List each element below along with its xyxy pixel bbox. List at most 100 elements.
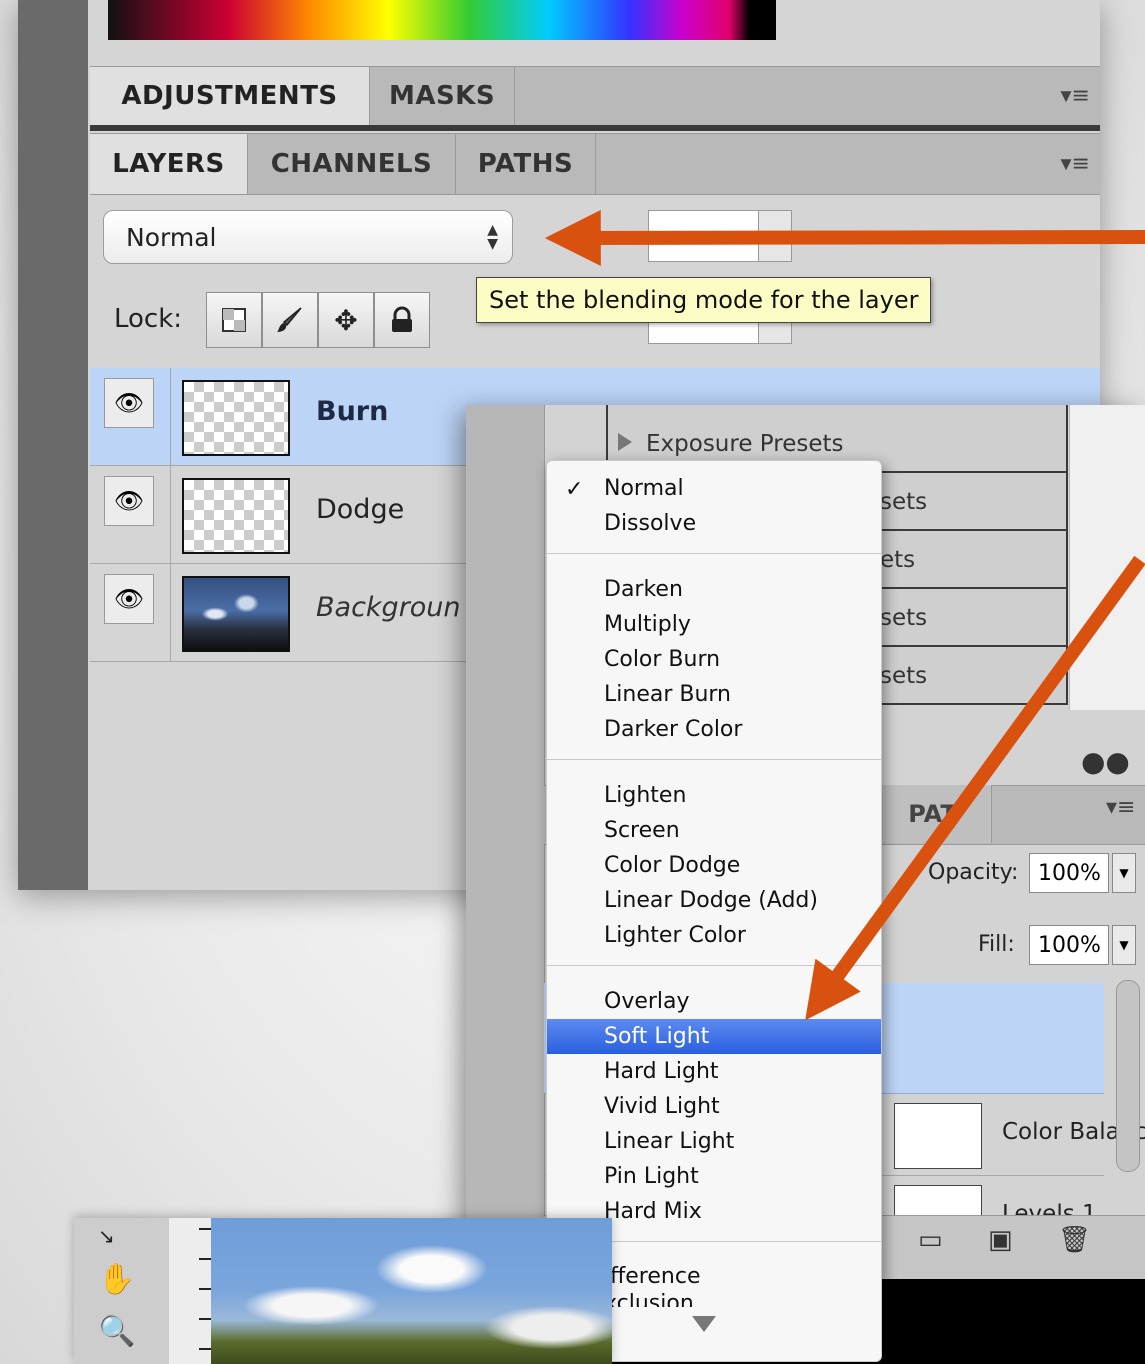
new-group-folder-icon[interactable]: ▭ — [918, 1225, 943, 1255]
brush-icon[interactable] — [262, 292, 318, 348]
menu-item-label: Pin Light — [604, 1164, 699, 1189]
menu-item-linear-light[interactable]: Linear Light — [547, 1124, 881, 1159]
opacity-stepper-back[interactable] — [758, 210, 792, 262]
menu-item-normal[interactable]: ✓ Normal — [547, 471, 881, 506]
tools-palette: ↘ ✋ 🔍 — [74, 1218, 170, 1364]
ruler-tick — [199, 1228, 211, 1230]
opacity-value: 100% — [1038, 860, 1101, 886]
menu-item-label: Lighten — [604, 783, 687, 808]
fill-value: 100% — [1038, 932, 1101, 958]
menu-item-label: Normal — [604, 476, 684, 501]
menu-item-linear-burn[interactable]: Linear Burn — [547, 677, 881, 712]
menu-item-label: Linear Dodge (Add) — [604, 888, 818, 913]
select-arrows-icon: ▲ ▼ — [487, 222, 498, 252]
preset-label: Exposure Presets — [646, 431, 844, 457]
menu-item-screen[interactable]: Screen — [547, 813, 881, 848]
presets-scroll-column — [1069, 405, 1145, 710]
menu-item-label: Multiply — [604, 612, 691, 637]
tab-adjustments[interactable]: ADJUSTMENTS — [90, 67, 370, 125]
layers-tabstrip: LAYERS CHANNELS PATHS ▾≡ — [90, 133, 1100, 195]
magnifier-icon[interactable]: 🔍 — [98, 1314, 135, 1349]
menu-item-label: Darker Color — [604, 717, 743, 742]
front-panel-menu-icon[interactable]: ▾≡ — [1106, 795, 1135, 820]
tooltip: Set the blending mode for the layer — [476, 277, 932, 323]
trash-icon[interactable]: 🗑 — [1058, 1225, 1091, 1255]
disclosure-triangle-icon[interactable] — [618, 433, 632, 451]
layer-thumbnail — [182, 380, 290, 456]
ruler-tick — [199, 1258, 211, 1260]
vertical-ruler — [169, 1218, 212, 1364]
menu-separator — [547, 759, 881, 760]
menu-item-lighten[interactable]: Lighten — [547, 778, 881, 813]
direct-select-tool-icon[interactable]: ↘ — [98, 1224, 115, 1248]
menu-item-label: Darken — [604, 577, 683, 602]
layer-thumbnail — [182, 576, 290, 652]
menu-item-label: Hard Mix — [604, 1199, 702, 1224]
layers-panel-menu-icon[interactable]: ▾≡ — [1061, 152, 1090, 177]
padlock-icon[interactable] — [374, 292, 430, 348]
menu-separator — [547, 553, 881, 554]
opacity-input[interactable]: 100% — [1029, 853, 1109, 893]
menu-item-label: Color Burn — [604, 647, 721, 672]
menu-item-label: xclusion — [604, 1291, 694, 1307]
layer-mask-thumbnail — [894, 1103, 982, 1169]
menu-item-soft-light[interactable]: Soft Light — [547, 1019, 881, 1054]
tab-channels[interactable]: CHANNELS — [248, 134, 456, 194]
menu-item-color-dodge[interactable]: Color Dodge — [547, 848, 881, 883]
move-icon[interactable]: ✥ — [318, 292, 374, 348]
menu-item-overlay[interactable]: Overlay — [547, 984, 881, 1019]
menu-item-linear-dodge[interactable]: Linear Dodge (Add) — [547, 883, 881, 918]
panel-menu-icon[interactable]: ▾≡ — [1061, 84, 1090, 109]
fill-stepper[interactable]: ▼ — [1112, 925, 1136, 965]
menu-item-lighter-color[interactable]: Lighter Color — [547, 918, 881, 953]
blend-mode-select[interactable]: Normal ▲ ▼ — [103, 210, 513, 264]
menu-item-darker-color[interactable]: Darker Color — [547, 712, 881, 747]
menu-item-label: Linear Light — [604, 1129, 735, 1154]
layer-name: Burn — [316, 396, 389, 427]
menu-item-color-burn[interactable]: Color Burn — [547, 642, 881, 677]
menu-item-dissolve[interactable]: Dissolve — [547, 506, 881, 541]
menu-item-label: Color Dodge — [604, 853, 741, 878]
layer-name: Dodge — [316, 494, 405, 525]
menu-item-darken[interactable]: Darken — [547, 572, 881, 607]
tab-masks[interactable]: MASKS — [370, 67, 515, 125]
menu-item-hard-light[interactable]: Hard Light — [547, 1054, 881, 1089]
menu-scroll-down-icon[interactable] — [692, 1316, 716, 1332]
menu-separator — [547, 965, 881, 966]
eye-icon[interactable]: 👁 — [104, 378, 154, 428]
preset-label: ets — [880, 547, 916, 573]
tab-paths[interactable]: PATHS — [456, 134, 596, 194]
opacity-stepper[interactable]: ▼ — [1112, 853, 1136, 893]
checkmark-icon: ✓ — [565, 477, 584, 502]
lock-label: Lock: — [114, 304, 183, 334]
preset-label: sets — [880, 489, 928, 515]
menu-item-label: ifference — [604, 1264, 701, 1289]
adjustments-tabstrip: ADJUSTMENTS MASKS ▾≡ — [90, 66, 1100, 126]
tab-layers[interactable]: LAYERS — [90, 134, 248, 194]
hand-icon[interactable]: ✋ — [98, 1262, 135, 1297]
menu-item-label: Screen — [604, 818, 680, 843]
menu-item-label: Dissolve — [604, 511, 697, 536]
opacity-input-back[interactable] — [648, 210, 760, 262]
preset-label: sets — [880, 605, 928, 631]
menu-item-pin-light[interactable]: Pin Light — [547, 1159, 881, 1194]
blend-mode-value: Normal — [126, 222, 217, 252]
tab-paths-front[interactable]: PAT — [874, 785, 992, 843]
clip-to-layer-icon[interactable]: ●● — [1081, 745, 1130, 778]
lock-transparent-pixels-icon[interactable] — [206, 292, 262, 348]
sky-photo-canvas[interactable] — [211, 1218, 612, 1364]
menu-item-vivid-light[interactable]: Vivid Light — [547, 1089, 881, 1124]
new-layer-icon[interactable]: ▣ — [988, 1225, 1013, 1255]
layers-scrollbar[interactable] — [1116, 980, 1140, 1172]
menu-item-multiply[interactable]: Multiply — [547, 607, 881, 642]
row-separator — [170, 564, 171, 661]
spectrum-gap — [776, 0, 1100, 40]
menu-item-label: Vivid Light — [604, 1094, 720, 1119]
eye-icon[interactable]: 👁 — [104, 574, 154, 624]
fill-input[interactable]: 100% — [1029, 925, 1109, 965]
color-spectrum-bar[interactable] — [108, 0, 776, 40]
ruler-tick — [199, 1288, 211, 1290]
eye-icon[interactable]: 👁 — [104, 476, 154, 526]
menu-item-label: Hard Light — [604, 1059, 719, 1084]
row-separator — [170, 368, 171, 465]
